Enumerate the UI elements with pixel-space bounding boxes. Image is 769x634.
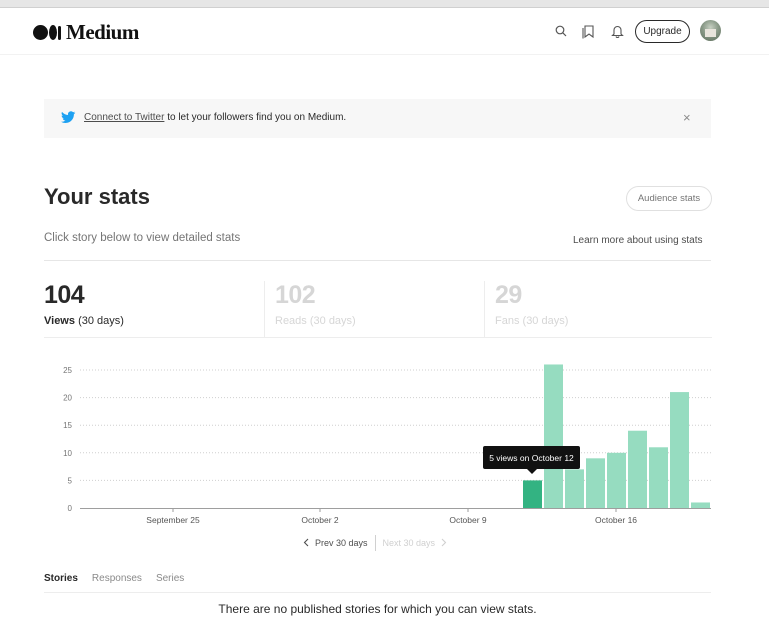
chart-pager: Prev 30 days Next 30 days	[303, 535, 447, 551]
x-tick-label: September 25	[146, 515, 200, 525]
tab-series[interactable]: Series	[156, 573, 184, 593]
prev-30-days-button[interactable]: Prev 30 days	[303, 538, 368, 549]
search-icon[interactable]	[553, 22, 569, 40]
page-title: Your stats	[44, 184, 150, 209]
browser-top-strip	[0, 0, 769, 8]
audience-stats-button[interactable]: Audience stats	[626, 186, 712, 211]
y-tick-label: 0	[68, 504, 73, 513]
tabs-underline	[44, 592, 711, 593]
y-tick-label: 10	[63, 449, 72, 458]
chart-bar	[586, 458, 605, 508]
stat-value: 104	[44, 281, 85, 309]
next-30-days-button[interactable]: Next 30 days	[383, 538, 448, 549]
twitter-icon	[61, 111, 76, 129]
close-icon[interactable]: ×	[683, 110, 691, 125]
stat-label: Fans (30 days)	[495, 315, 568, 327]
chart-tooltip: 5 views on October 12	[483, 446, 580, 469]
avatar[interactable]	[700, 20, 721, 41]
chevron-left-icon	[303, 538, 309, 549]
pager-separator	[374, 535, 376, 551]
stat-label-period: (30 days)	[78, 315, 124, 327]
empty-state-message: There are no published stories for which…	[0, 602, 769, 616]
chart-bar	[649, 447, 668, 508]
y-tick-label: 5	[68, 476, 73, 485]
stat-label: Views (30 days)	[44, 315, 124, 327]
medium-logo[interactable]: Medium	[33, 20, 139, 45]
chevron-right-icon	[441, 538, 447, 549]
chart-bar	[691, 502, 710, 508]
stats-tabs: Stories Responses Series	[44, 573, 198, 593]
stat-label-period: (30 days)	[309, 315, 356, 327]
banner-message: to let your followers find you on Medium…	[164, 112, 347, 123]
twitter-connect-banner: Connect to Twitter to let your followers…	[44, 99, 711, 138]
stat-value: 102	[275, 281, 316, 309]
y-tick-label: 15	[63, 421, 72, 430]
chart-bar	[670, 392, 689, 508]
bookmarks-icon[interactable]	[581, 22, 597, 40]
chart-bar	[523, 480, 542, 508]
connect-twitter-link[interactable]: Connect to Twitter	[84, 112, 164, 123]
x-tick-label: October 2	[301, 515, 339, 525]
medium-wordmark: Medium	[66, 20, 139, 44]
divider	[44, 260, 711, 261]
chart-bar	[565, 469, 584, 508]
upgrade-button[interactable]: Upgrade	[635, 20, 690, 43]
stat-reads[interactable]: 102 Reads (30 days)	[264, 281, 485, 338]
stat-label-period: (30 days)	[522, 315, 569, 327]
y-tick-label: 20	[63, 394, 72, 403]
bell-icon[interactable]	[609, 22, 625, 40]
y-tick-label: 25	[63, 366, 72, 375]
chart-bar	[544, 364, 563, 508]
chart-tooltip-arrow	[527, 469, 537, 474]
top-navbar: Medium Upgrade	[0, 8, 769, 55]
banner-text: Connect to Twitter to let your followers…	[84, 112, 346, 123]
chart-bar	[607, 452, 626, 508]
page-subtitle: Click story below to view detailed stats	[44, 232, 241, 244]
x-tick-label: October 9	[449, 515, 487, 525]
empty-state-text: There are no published stories for which…	[218, 602, 537, 616]
x-tick-label: October 16	[595, 515, 637, 525]
stat-views[interactable]: 104 Views (30 days)	[44, 281, 264, 338]
next-label: Next 30 days	[382, 538, 436, 548]
stat-label-name: Reads	[275, 315, 307, 327]
stat-label-name: Views	[44, 315, 75, 327]
chart-bar	[628, 430, 647, 508]
stat-label-name: Fans	[495, 315, 520, 327]
stat-fans[interactable]: 29 Fans (30 days)	[484, 281, 712, 338]
views-bar-chart: 0 5 10 15 20 25 September 25 October 2 October 9…	[63, 364, 711, 525]
stat-label: Reads (30 days)	[275, 315, 356, 327]
prev-label: Prev 30 days	[315, 538, 368, 548]
tab-stories[interactable]: Stories	[44, 573, 78, 593]
tab-responses[interactable]: Responses	[92, 573, 142, 593]
stat-value: 29	[495, 281, 522, 309]
learn-more-link[interactable]: Learn more about using stats	[573, 235, 703, 246]
medium-logo-mark	[33, 25, 61, 40]
